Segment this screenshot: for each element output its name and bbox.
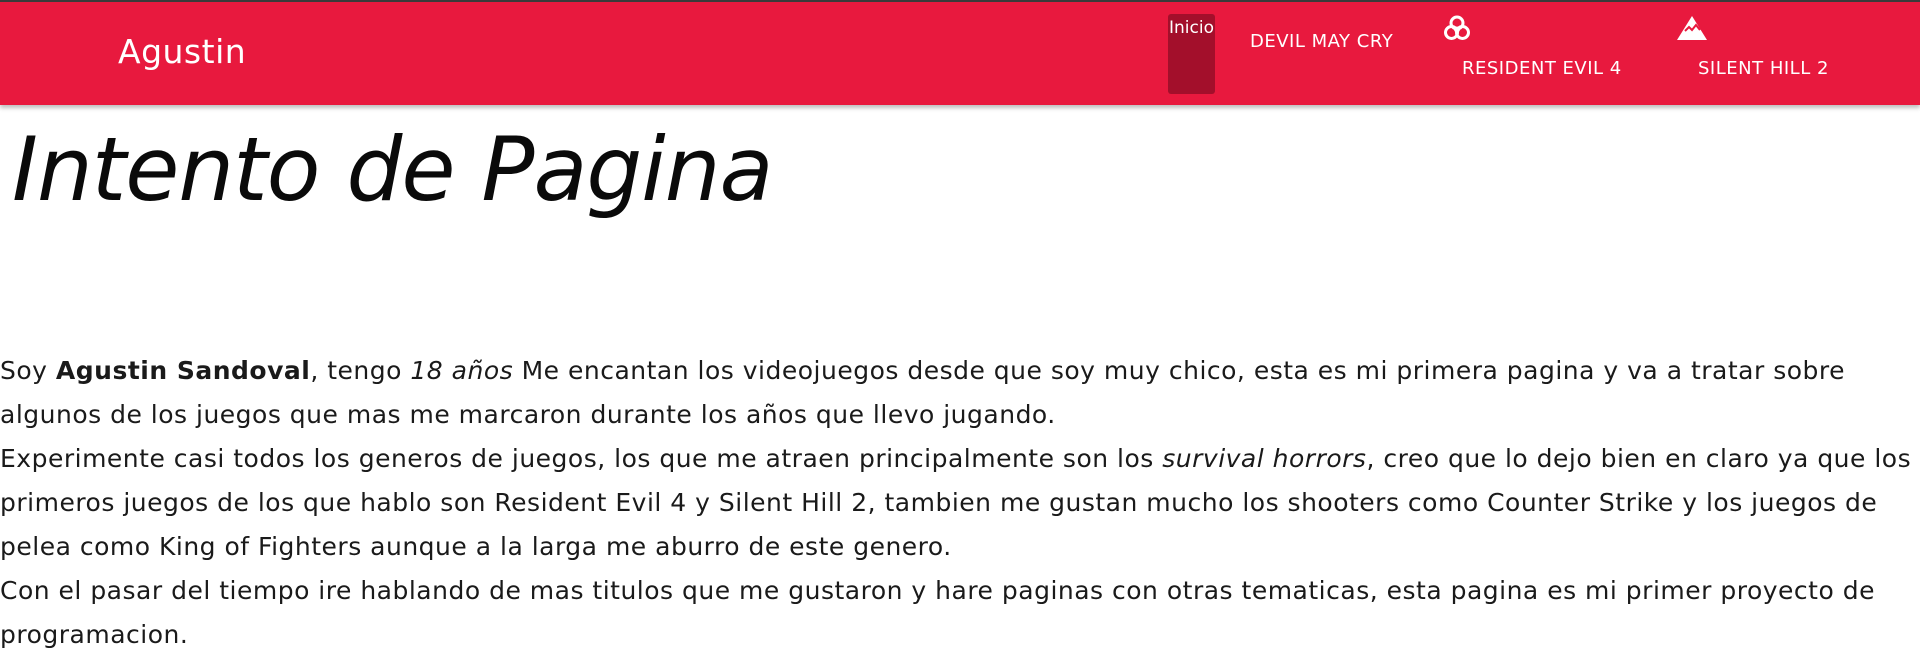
intro-text: Soy Agustin Sandoval, tengo 18 años Me e… xyxy=(0,349,1920,657)
author-name: Agustin Sandoval xyxy=(55,356,311,385)
paragraph-genres: Experimente casi todos los generos de ju… xyxy=(0,437,1920,569)
brand-logo[interactable]: Agustin xyxy=(118,32,246,71)
paragraph-future: Con el pasar del tiempo ire hablando de … xyxy=(0,576,1875,649)
author-age: 18 años xyxy=(410,356,514,385)
nav-link-silent-hill-2[interactable]: SILENT HILL 2 xyxy=(1698,58,1829,79)
text-segment: Soy xyxy=(0,356,56,385)
text-segment: , tengo xyxy=(310,356,411,385)
text-segment: Experimente casi todos los generos de ju… xyxy=(0,444,1163,473)
nav-link-resident-evil-4[interactable]: RESIDENT EVIL 4 xyxy=(1462,58,1622,79)
biohazard-icon xyxy=(1442,14,1472,48)
nav-link-inicio[interactable]: Inicio xyxy=(1168,14,1215,94)
mountain-icon xyxy=(1676,15,1708,45)
paragraph-intro: Soy Agustin Sandoval, tengo 18 años Me e… xyxy=(0,349,1920,437)
nav-link-devil-may-cry[interactable]: DEVIL MAY CRY xyxy=(1250,31,1393,52)
genre-highlight: survival horrors xyxy=(1162,444,1367,473)
page-title: Intento de Pagina xyxy=(12,118,773,221)
navbar: Agustin Inicio DEVIL MAY CRY RESIDENT EV… xyxy=(0,0,1920,105)
